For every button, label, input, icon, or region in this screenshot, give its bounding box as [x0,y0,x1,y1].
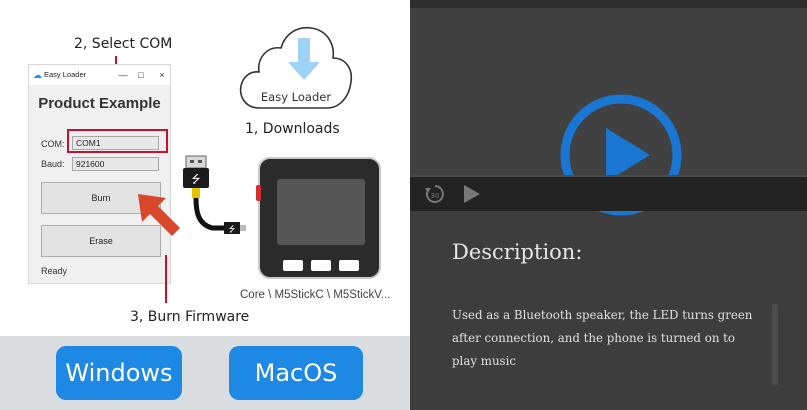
cloud-download-icon: Easy Loader [239,26,353,109]
com-label: COM: [41,139,65,149]
description-title: Description: [452,240,583,264]
macos-download-button[interactable]: MacOS [229,346,363,400]
baud-field[interactable]: 921600 [72,157,159,171]
close-button[interactable]: × [154,67,170,83]
video-player[interactable] [410,0,807,216]
device-screen [277,179,365,245]
download-guide-panel: 2, Select COM ☁ Easy Loader — □ × Produc… [0,0,410,410]
window-title: Easy Loader [44,70,87,79]
arrow-up-left-icon [138,194,180,236]
device-key [311,260,331,271]
window-titlebar: ☁ Easy Loader — □ × [29,65,170,85]
cloud-icon: ☁ [33,70,42,80]
video-top-strip [410,0,807,8]
rewind-label: 30 [431,192,440,200]
usb-cable-icon: ⭍ ⭍ [183,155,246,234]
windows-download-button[interactable]: Windows [56,346,182,400]
baud-label: Baud: [41,159,65,169]
rewind-30-icon[interactable]: 30 [424,183,446,205]
device-key [339,260,359,271]
status-text: Ready [41,266,68,276]
product-title: Product Example [38,95,161,112]
description-scrollbar[interactable] [772,304,778,386]
video-controls: 30 [410,175,807,211]
play-icon[interactable] [462,184,482,204]
maximize-button[interactable]: □ [133,67,149,83]
device-key [283,260,303,271]
step-burn-pointer [165,255,167,303]
video-progress-bar[interactable] [410,175,807,177]
m5-device-image [256,157,381,279]
svg-text:⭍: ⭍ [191,173,200,186]
minimize-button[interactable]: — [115,67,131,83]
video-description-panel: 30 Description: Used as a Bluetooth spea… [410,0,807,410]
device-side-button [256,185,261,201]
step-burn-firmware-label: 3, Burn Firmware [130,309,250,325]
svg-text:⭍: ⭍ [229,225,236,234]
step-select-com-label: 2, Select COM [74,36,173,52]
description-text: Used as a Bluetooth speaker, the LED tur… [452,308,753,368]
device-caption: Core \ M5StickC \ M5StickV... [240,289,391,301]
easy-loader-window: ☁ Easy Loader — □ × Product Example COM:… [28,64,171,284]
com-highlight-box [67,129,168,153]
cloud-label: Easy Loader [261,90,331,104]
step-downloads-label: 1, Downloads [245,121,340,137]
